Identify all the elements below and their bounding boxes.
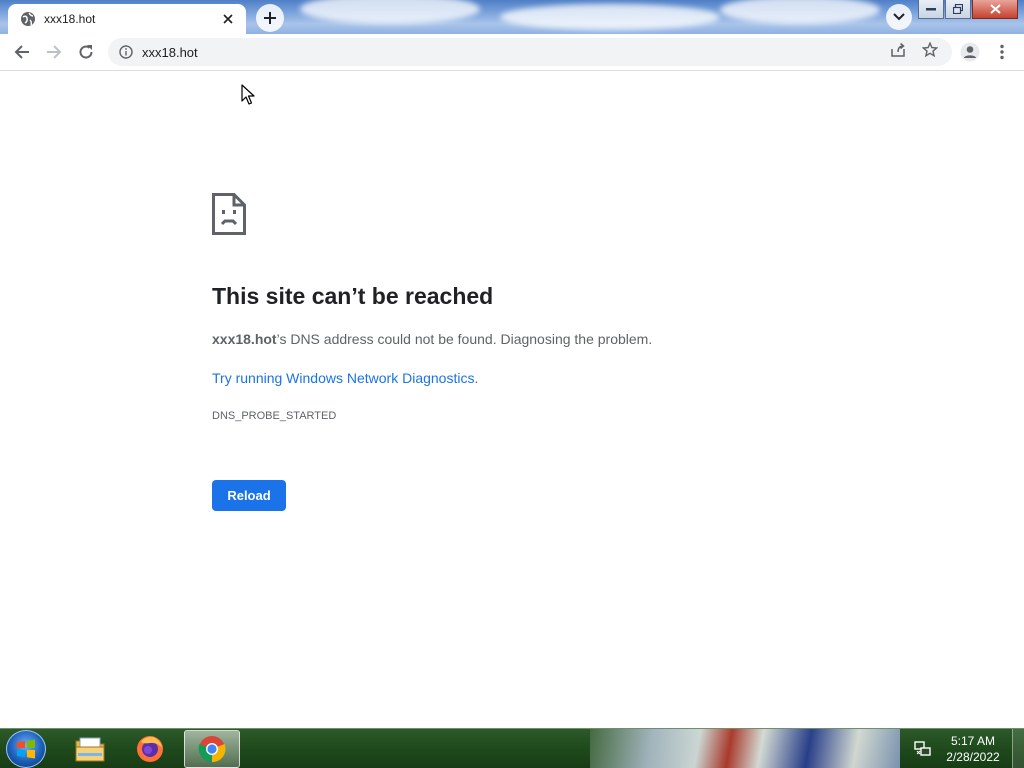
close-icon: [989, 4, 1001, 14]
minimize-icon: [926, 8, 936, 11]
browser-tab[interactable]: xxx18.hot: [8, 4, 246, 34]
arrow-right-icon: [47, 45, 62, 59]
plus-icon: [264, 12, 276, 24]
wallpaper-cloud: [300, 0, 480, 24]
url-text[interactable]: xxx18.hot: [142, 45, 198, 60]
network-icon[interactable]: [914, 741, 932, 757]
restore-icon: [953, 4, 963, 14]
chevron-down-icon: [893, 13, 905, 21]
reload-page-button[interactable]: Reload: [212, 480, 286, 511]
windows-logo-icon: [17, 739, 35, 759]
clock-date: 2/28/2022: [946, 750, 1000, 764]
error-message: xxx18.hot’s DNS address could not be fou…: [212, 331, 652, 347]
firefox-button[interactable]: [122, 730, 178, 768]
reload-icon: [79, 45, 93, 59]
browser-toolbar: xxx18.hot: [0, 34, 1024, 71]
new-tab-button[interactable]: [256, 4, 284, 32]
file-explorer-icon: [75, 737, 105, 762]
info-icon[interactable]: [118, 44, 134, 60]
wallpaper-cloud: [720, 0, 880, 24]
tab-search-button[interactable]: [886, 4, 912, 30]
star-icon[interactable]: [920, 40, 940, 60]
menu-button[interactable]: [988, 38, 1016, 66]
profile-button[interactable]: [956, 38, 984, 66]
error-host: xxx18.hot: [212, 331, 277, 347]
share-icon[interactable]: [888, 40, 908, 60]
globe-icon: [20, 11, 36, 27]
error-title: This site can’t be reached: [212, 283, 494, 309]
tab-title: xxx18.hot: [44, 12, 96, 26]
wallpaper-strip: [590, 729, 900, 768]
arrow-left-icon: [14, 45, 29, 59]
clock-time: 5:17 AM: [950, 734, 996, 748]
window-controls: [917, 0, 1018, 20]
address-bar[interactable]: xxx18.hot: [108, 38, 952, 66]
kebab-menu-icon: [1000, 44, 1004, 60]
restore-button[interactable]: [945, 0, 971, 19]
sad-page-icon: [212, 193, 246, 235]
file-explorer-button[interactable]: [62, 730, 118, 768]
error-message-text: ’s DNS address could not be found. Diagn…: [276, 331, 653, 347]
mouse-cursor-icon: [241, 84, 257, 106]
start-button[interactable]: [6, 730, 46, 768]
tab-strip: xxx18.hot: [0, 0, 1024, 34]
forward-button[interactable]: [40, 38, 68, 66]
minimize-button[interactable]: [918, 0, 944, 19]
error-code: DNS_PROBE_STARTED: [212, 410, 337, 422]
chrome-icon: [198, 736, 226, 763]
system-clock[interactable]: 5:17 AM 2/28/2022: [940, 733, 1006, 765]
chrome-button[interactable]: [184, 730, 240, 768]
taskbar: 5:17 AM 2/28/2022: [0, 728, 1024, 768]
back-button[interactable]: [8, 38, 36, 66]
diagnostics-link[interactable]: Try running Windows Network Diagnostics: [212, 370, 474, 386]
window-close-button[interactable]: [972, 0, 1018, 19]
reload-button[interactable]: [72, 38, 100, 66]
diagnostics-period: .: [474, 370, 479, 386]
show-desktop-button[interactable]: [1012, 729, 1024, 768]
close-icon[interactable]: [218, 9, 238, 29]
wallpaper-cloud: [500, 4, 720, 30]
profile-icon: [960, 42, 980, 62]
diagnostics-line: Try running Windows Network Diagnostics.: [212, 370, 478, 386]
firefox-icon: [137, 736, 163, 762]
